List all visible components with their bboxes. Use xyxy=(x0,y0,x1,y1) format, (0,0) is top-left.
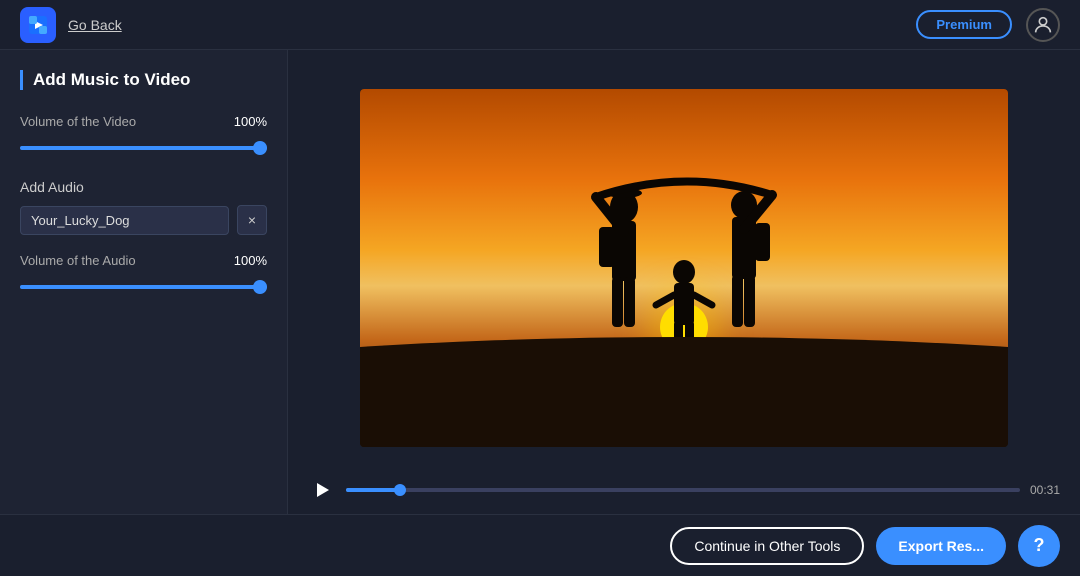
progress-fill xyxy=(346,488,400,492)
volume-audio-section: Volume of the Audio 100% xyxy=(20,253,267,294)
volume-video-label: Volume of the Video xyxy=(20,114,136,129)
progress-thumb xyxy=(394,484,406,496)
header: Go Back Premium xyxy=(0,0,1080,50)
volume-audio-label: Volume of the Audio xyxy=(20,253,136,268)
audio-clear-button[interactable]: × xyxy=(237,205,267,235)
user-avatar[interactable] xyxy=(1026,8,1060,42)
video-controls: 00:31 xyxy=(308,468,1060,514)
help-button[interactable]: ? xyxy=(1018,525,1060,567)
go-back-button[interactable]: Go Back xyxy=(68,17,122,33)
video-area: 00:31 xyxy=(288,50,1080,514)
volume-video-section: Volume of the Video 100% xyxy=(20,114,267,155)
audio-filename: Your_Lucky_Dog xyxy=(20,206,229,235)
sidebar-title: Add Music to Video xyxy=(20,70,267,90)
continue-other-tools-button[interactable]: Continue in Other Tools xyxy=(670,527,864,565)
video-wrapper xyxy=(308,68,1060,468)
volume-audio-value: 100% xyxy=(234,253,267,268)
app-logo xyxy=(20,7,56,43)
main-content: Add Music to Video Volume of the Video 1… xyxy=(0,50,1080,514)
volume-video-slider[interactable] xyxy=(20,146,267,150)
ground xyxy=(360,337,1008,447)
volume-audio-label-row: Volume of the Audio 100% xyxy=(20,253,267,268)
sidebar: Add Music to Video Volume of the Video 1… xyxy=(0,50,288,514)
add-audio-label: Add Audio xyxy=(20,179,267,195)
volume-video-label-row: Volume of the Video 100% xyxy=(20,114,267,129)
video-preview xyxy=(360,89,1008,447)
bottom-bar: Continue in Other Tools Export Res... ? xyxy=(0,514,1080,576)
volume-audio-slider[interactable] xyxy=(20,285,267,289)
progress-track[interactable] xyxy=(346,488,1020,492)
premium-button[interactable]: Premium xyxy=(916,10,1012,39)
video-scene xyxy=(360,89,1008,447)
play-button[interactable] xyxy=(308,476,336,504)
volume-video-value: 100% xyxy=(234,114,267,129)
audio-file-row: Your_Lucky_Dog × xyxy=(20,205,267,235)
time-display: 00:31 xyxy=(1030,483,1060,497)
header-left: Go Back xyxy=(20,7,122,43)
header-right: Premium xyxy=(916,8,1060,42)
export-button[interactable]: Export Res... xyxy=(876,527,1006,565)
